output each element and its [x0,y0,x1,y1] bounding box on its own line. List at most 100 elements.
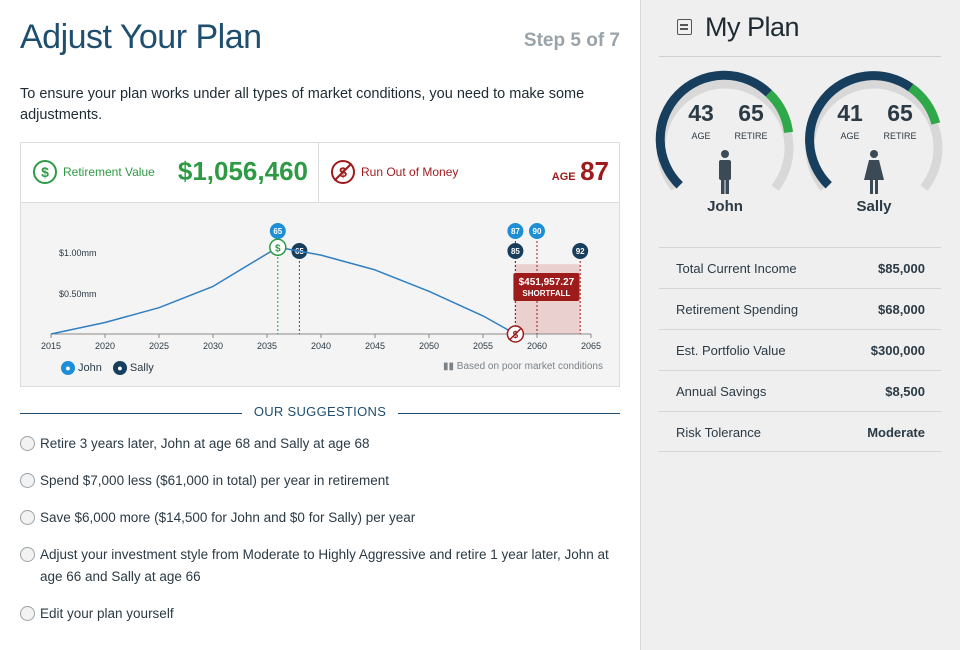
legend-john: John [78,362,102,374]
stat-value: Moderate [867,425,925,440]
suggestion-text: Retire 3 years later, John at age 68 and… [40,436,370,451]
person-card-john: 43 65 AGE RETIRE John [655,70,795,220]
radio-button[interactable] [20,436,35,451]
suggestion-option-3[interactable]: Save $6,000 more ($14,500 for John and $… [20,507,620,529]
x-tick-label: 2025 [149,341,169,351]
suggestion-option-4[interactable]: Adjust your investment style from Modera… [20,544,620,588]
marker-label: 65 [273,227,282,236]
marker-label: 90 [533,227,542,236]
chart-legend: ● John ● Sally [61,361,154,375]
person-name: Sally [856,198,892,215]
stat-row: Risk Tolerance Moderate [659,411,941,452]
age-label: AGE [691,131,711,141]
retire-label: RETIRE [883,131,917,141]
peak-dollar-glyph: $ [275,243,281,254]
run-out-card: $ Run Out of Money AGE 87 [319,143,619,202]
dollar-icon: $ [33,160,57,184]
intro-text: To ensure your plan works under all type… [20,86,585,123]
suggestion-text: Adjust your investment style from Modera… [40,547,609,584]
stat-label: Annual Savings [676,384,767,399]
stat-label: Total Current Income [676,261,797,276]
marker-label: 87 [511,227,520,236]
suggestion-option-5[interactable]: Edit your plan yourself [20,603,620,625]
suggestions-title: OUR SUGGESTIONS [253,404,387,419]
radio-button[interactable] [20,473,35,488]
run-out-label: Run Out of Money [361,165,459,179]
market-condition-note: ▮▮ Based on poor market conditions [443,361,603,372]
sally-person-icon: ● [112,361,127,375]
legend-sally: Sally [129,362,154,374]
divider [659,56,941,57]
stat-label: Retirement Spending [676,302,799,317]
x-tick-label: 2040 [311,341,331,351]
suggestion-text: Spend $7,000 less ($61,000 in total) per… [40,473,389,488]
divider [398,413,620,414]
y-tick-label: $0.50mm [59,289,97,299]
x-tick-label: 2030 [203,341,223,351]
sidebar-title: My Plan [705,12,800,42]
x-tick-label: 2050 [419,341,439,351]
x-tick-label: 2035 [257,341,277,351]
x-tick-label: 2060 [527,341,547,351]
run-out-age: AGE 87 [552,156,609,187]
suggestion-option-1[interactable]: Retire 3 years later, John at age 68 and… [20,433,620,455]
shortfall-label: SHORTFALL [522,289,570,298]
x-tick-label: 2020 [95,341,115,351]
stat-value: $85,000 [878,261,925,276]
page-title: Adjust Your Plan [20,18,262,56]
man-icon [719,150,731,194]
stat-value: $8,500 [885,384,925,399]
retirement-value-card: $ Retirement Value $1,056,460 [21,143,319,202]
stat-label: Est. Portfolio Value [676,343,786,358]
age-label: AGE [840,131,860,141]
person-card-sally: 41 65 AGE RETIRE Sally [804,70,944,220]
main-panel: Adjust Your Plan Step 5 of 7 To ensure y… [0,0,640,650]
retire-age: 65 [738,100,764,126]
my-plan-sidebar: My Plan 43 65 AGE RETIRE John 41 65 AGE … [640,0,960,650]
projection-chart: 2015 2020 2025 2030 2035 2040 2045 2050 2055 2060… [20,203,620,387]
suggestion-option-2[interactable]: Spend $7,000 less ($61,000 in total) per… [20,470,620,492]
no-dollar-icon: $ [331,160,355,184]
current-age: 43 [688,100,714,126]
person-name: John [707,198,743,215]
stat-row: Est. Portfolio Value $300,000 [659,329,941,370]
plan-stats-table: Total Current Income $85,000 Retirement … [659,247,941,452]
market-condition-text: Based on poor market conditions [456,361,603,372]
age-value: 87 [580,156,609,186]
radio-button[interactable] [20,547,35,562]
gauge-retire-fill [765,90,793,134]
chart-svg: 2015 2020 2025 2030 2035 2040 2045 2050 2055 2060… [41,223,601,351]
marker-label: 92 [576,247,585,256]
current-age: 41 [837,100,863,126]
retire-age: 65 [887,100,913,126]
john-person-icon: ● [61,361,75,375]
x-tick-label: 2055 [473,341,493,351]
x-tick-label: 2015 [41,341,61,351]
retirement-value: $1,056,460 [177,156,308,186]
retirement-value-label: Retirement Value [63,165,155,179]
y-tick-label: $1.00mm [59,248,97,258]
stat-label: Risk Tolerance [676,425,762,440]
stat-value: $68,000 [878,302,925,317]
marker-label: 85 [511,247,520,256]
radio-button[interactable] [20,510,35,525]
step-indicator: Step 5 of 7 [523,30,620,51]
stat-row: Annual Savings $8,500 [659,370,941,411]
age-prefix: AGE [551,171,576,183]
woman-icon [864,150,884,194]
retire-label: RETIRE [734,131,768,141]
portfolio-line [50,246,516,335]
stat-row: Total Current Income $85,000 [659,247,941,288]
bar-chart-icon: ▮▮ [443,361,457,372]
stat-value: $300,000 [870,343,925,358]
checklist-icon [677,19,692,35]
suggestions-heading: OUR SUGGESTIONS [20,404,620,424]
stat-row: Retirement Spending $68,000 [659,288,941,329]
suggestion-text: Edit your plan yourself [40,606,174,621]
x-tick-label: 2045 [365,341,385,351]
radio-button[interactable] [20,606,35,621]
x-tick-label: 2065 [581,341,601,351]
suggestion-text: Save $6,000 more ($14,500 for John and $… [40,510,416,525]
shortfall-amount: $451,957.27 [519,277,575,288]
summary-bar: $ Retirement Value $1,056,460 $ Run Out … [20,142,620,203]
